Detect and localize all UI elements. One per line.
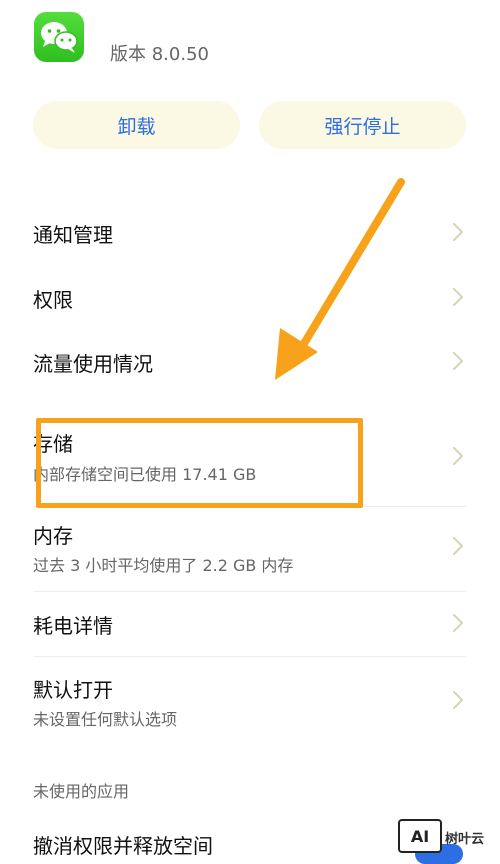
- settings-item-battery[interactable]: 耗电详情: [0, 597, 500, 649]
- settings-item-title: 默认打开: [33, 678, 113, 702]
- watermark: AI 树叶云: [395, 816, 500, 864]
- chevron-right-icon: [450, 613, 466, 633]
- settings-item-title: 存储: [33, 432, 73, 456]
- settings-item-title: 内存: [33, 524, 73, 548]
- settings-item-subtitle: 过去 3 小时平均使用了 2.2 GB 内存: [33, 556, 294, 575]
- chevron-right-icon: [450, 690, 466, 710]
- settings-item-notification[interactable]: 通知管理: [0, 206, 500, 258]
- watermark-logo: AI: [398, 819, 442, 853]
- settings-item-title: 权限: [33, 288, 73, 312]
- settings-item-memory[interactable]: 内存 过去 3 小时平均使用了 2.2 GB 内存: [0, 508, 500, 588]
- divider: [33, 656, 466, 657]
- settings-item-data-usage[interactable]: 流量使用情况: [0, 335, 500, 387]
- settings-item-subtitle: 内部存储空间已使用 17.41 GB: [33, 465, 257, 484]
- wechat-icon: [34, 12, 84, 62]
- chevron-right-icon: [450, 287, 466, 307]
- settings-item-title: 流量使用情况: [33, 352, 153, 376]
- watermark-text: 树叶云: [445, 832, 485, 847]
- settings-item-title: 耗电详情: [33, 614, 113, 638]
- settings-item-default-open[interactable]: 默认打开 未设置任何默认选项: [0, 660, 500, 740]
- settings-item-permissions[interactable]: 权限: [0, 271, 500, 323]
- uninstall-button[interactable]: 卸载: [33, 101, 240, 149]
- divider: [33, 591, 466, 592]
- divider: [33, 506, 466, 507]
- settings-item-storage[interactable]: 存储 内部存储空间已使用 17.41 GB: [0, 418, 500, 498]
- chevron-right-icon: [450, 536, 466, 556]
- settings-item-subtitle: 未设置任何默认选项: [33, 710, 178, 729]
- settings-item-title: 通知管理: [33, 223, 113, 247]
- chevron-right-icon: [450, 222, 466, 242]
- section-label-unused-apps: 未使用的应用: [33, 782, 130, 801]
- settings-item-title: 撤消权限并释放空间: [33, 834, 213, 858]
- app-info-page: 版本 8.0.50 卸载 强行停止 通知管理 权限 流量使用情况 存储 内部存储…: [0, 0, 500, 864]
- chevron-right-icon: [450, 351, 466, 371]
- app-version: 版本 8.0.50: [110, 44, 209, 65]
- force-stop-button[interactable]: 强行停止: [259, 101, 466, 149]
- chevron-right-icon: [450, 446, 466, 466]
